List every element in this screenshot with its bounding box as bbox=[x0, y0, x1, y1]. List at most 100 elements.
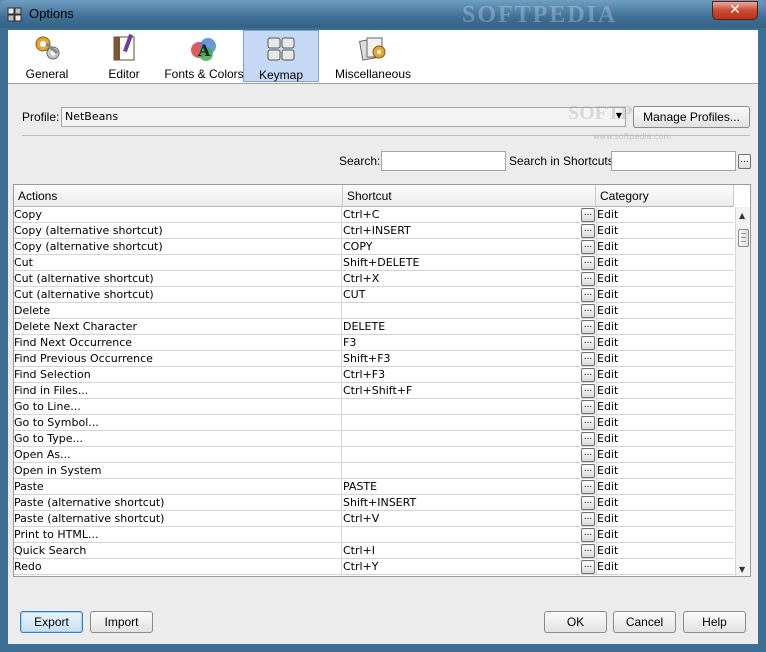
edit-shortcut-button[interactable]: ... bbox=[581, 352, 595, 366]
search-input[interactable] bbox=[381, 151, 506, 171]
help-button[interactable]: Help bbox=[683, 611, 746, 633]
action-cell[interactable]: Go to Type... bbox=[14, 431, 342, 447]
category-cell[interactable]: Edit bbox=[596, 207, 734, 223]
category-cell[interactable]: Edit bbox=[596, 223, 734, 239]
action-cell[interactable]: Quick Search bbox=[14, 543, 342, 559]
category-editor[interactable]: Editor bbox=[86, 30, 162, 82]
shortcut-cell[interactable]: Shift+F3 bbox=[343, 351, 596, 367]
column-header-category[interactable]: Category bbox=[596, 185, 734, 207]
column-header-shortcut[interactable]: Shortcut bbox=[343, 185, 596, 207]
shortcut-cell[interactable]: Shift+INSERT bbox=[343, 495, 596, 511]
profile-select[interactable]: NetBeans ▼ bbox=[61, 107, 626, 127]
shortcut-cell[interactable] bbox=[343, 399, 596, 415]
edit-shortcut-button[interactable]: ... bbox=[581, 416, 595, 430]
import-button[interactable]: Import bbox=[90, 611, 153, 633]
table-row[interactable]: Paste (alternative shortcut) Shift+INSERT… bbox=[14, 495, 734, 511]
shortcut-cell[interactable]: Ctrl+C bbox=[343, 207, 596, 223]
shortcut-cell[interactable]: Ctrl+V bbox=[343, 511, 596, 527]
shortcut-cell[interactable]: DELETE bbox=[343, 319, 596, 335]
shortcut-cell[interactable]: Shift+DELETE bbox=[343, 255, 596, 271]
column-header-actions[interactable]: Actions bbox=[14, 185, 343, 207]
shortcut-cell[interactable]: Ctrl+INSERT bbox=[343, 223, 596, 239]
close-button[interactable]: ✕ bbox=[712, 1, 758, 20]
category-cell[interactable]: Edit bbox=[596, 399, 734, 415]
category-cell[interactable]: Edit bbox=[596, 367, 734, 383]
category-cell[interactable]: Edit bbox=[596, 543, 734, 559]
table-row[interactable]: Go to Type...... Edit bbox=[14, 431, 734, 447]
category-miscellaneous[interactable]: Miscellaneous bbox=[321, 30, 425, 82]
table-row[interactable]: Paste (alternative shortcut) Ctrl+V... Edi… bbox=[14, 511, 734, 527]
scroll-down-arrow-icon[interactable]: ▼ bbox=[739, 565, 745, 574]
table-row[interactable]: Open As...... Edit bbox=[14, 447, 734, 463]
vertical-scrollbar[interactable]: ▲ ▼ bbox=[735, 207, 750, 576]
edit-shortcut-button[interactable]: ... bbox=[581, 464, 595, 478]
action-cell[interactable]: Paste (alternative shortcut) bbox=[14, 495, 342, 511]
table-row[interactable]: Copy Ctrl+C... Edit bbox=[14, 207, 734, 223]
search-shortcuts-input[interactable] bbox=[611, 151, 736, 171]
category-cell[interactable]: Edit bbox=[596, 511, 734, 527]
ok-button[interactable]: OK bbox=[544, 611, 607, 633]
category-cell[interactable]: Edit bbox=[596, 255, 734, 271]
table-row[interactable]: Cut (alternative shortcut) Ctrl+X... Edit bbox=[14, 271, 734, 287]
action-cell[interactable]: Copy (alternative shortcut) bbox=[14, 239, 342, 255]
action-cell[interactable]: Print to HTML... bbox=[14, 527, 342, 543]
action-cell[interactable]: Open in System bbox=[14, 463, 342, 479]
table-row[interactable]: Delete Next Character DELETE... Edit bbox=[14, 319, 734, 335]
shortcut-cell[interactable] bbox=[343, 463, 596, 479]
shortcut-cell[interactable]: CUT bbox=[343, 287, 596, 303]
shortcut-cell[interactable] bbox=[343, 431, 596, 447]
table-row[interactable]: Find in Files... Ctrl+Shift+F... Edit bbox=[14, 383, 734, 399]
manage-profiles-button[interactable]: Manage Profiles... bbox=[633, 106, 750, 128]
shortcut-cell[interactable]: Ctrl+Shift+F bbox=[343, 383, 596, 399]
edit-shortcut-button[interactable]: ... bbox=[581, 384, 595, 398]
category-cell[interactable]: Edit bbox=[596, 239, 734, 255]
category-cell[interactable]: Edit bbox=[596, 431, 734, 447]
category-cell[interactable]: Edit bbox=[596, 335, 734, 351]
category-cell[interactable]: Edit bbox=[596, 383, 734, 399]
category-keymap[interactable]: Keymap bbox=[243, 30, 319, 82]
edit-shortcut-button[interactable]: ... bbox=[581, 448, 595, 462]
table-row[interactable]: Print to HTML...... Edit bbox=[14, 527, 734, 543]
action-cell[interactable]: Find Previous Occurrence bbox=[14, 351, 342, 367]
table-row[interactable]: Go to Symbol...... Edit bbox=[14, 415, 734, 431]
table-row[interactable]: Delete... Edit bbox=[14, 303, 734, 319]
action-cell[interactable]: Delete Next Character bbox=[14, 319, 342, 335]
category-cell[interactable]: Edit bbox=[596, 559, 734, 575]
table-row[interactable]: Copy (alternative shortcut) Ctrl+INSERT..… bbox=[14, 223, 734, 239]
action-cell[interactable]: Redo bbox=[14, 559, 342, 575]
action-cell[interactable]: Cut bbox=[14, 255, 342, 271]
category-fonts-colors[interactable]: A Fonts & Colors bbox=[164, 30, 244, 82]
action-cell[interactable]: Cut (alternative shortcut) bbox=[14, 271, 342, 287]
edit-shortcut-button[interactable]: ... bbox=[581, 512, 595, 526]
edit-shortcut-button[interactable]: ... bbox=[581, 496, 595, 510]
table-row[interactable]: Find Selection Ctrl+F3... Edit bbox=[14, 367, 734, 383]
category-cell[interactable]: Edit bbox=[596, 287, 734, 303]
edit-shortcut-button[interactable]: ... bbox=[581, 368, 595, 382]
category-cell[interactable]: Edit bbox=[596, 527, 734, 543]
title-bar[interactable]: Options SOFTPEDIA ✕ bbox=[0, 0, 766, 28]
action-cell[interactable]: Open As... bbox=[14, 447, 342, 463]
edit-shortcut-button[interactable]: ... bbox=[581, 304, 595, 318]
edit-shortcut-button[interactable]: ... bbox=[581, 400, 595, 414]
shortcut-cell[interactable] bbox=[343, 527, 596, 543]
category-cell[interactable]: Edit bbox=[596, 447, 734, 463]
shortcut-cell[interactable]: F3 bbox=[343, 335, 596, 351]
category-cell[interactable]: Edit bbox=[596, 415, 734, 431]
edit-shortcut-button[interactable]: ... bbox=[581, 528, 595, 542]
action-cell[interactable]: Paste bbox=[14, 479, 342, 495]
table-row[interactable]: Redo Ctrl+Y... Edit bbox=[14, 559, 734, 575]
action-cell[interactable]: Go to Symbol... bbox=[14, 415, 342, 431]
action-cell[interactable]: Find in Files... bbox=[14, 383, 342, 399]
edit-shortcut-button[interactable]: ... bbox=[581, 208, 595, 222]
edit-shortcut-button[interactable]: ... bbox=[581, 480, 595, 494]
table-row[interactable]: Cut (alternative shortcut) CUT... Edit bbox=[14, 287, 734, 303]
export-button[interactable]: Export bbox=[20, 611, 83, 633]
shortcut-cell[interactable] bbox=[343, 415, 596, 431]
table-row[interactable]: Go to Line...... Edit bbox=[14, 399, 734, 415]
edit-shortcut-button[interactable]: ... bbox=[581, 256, 595, 270]
edit-shortcut-button[interactable]: ... bbox=[581, 272, 595, 286]
table-row[interactable]: Open in System... Edit bbox=[14, 463, 734, 479]
category-cell[interactable]: Edit bbox=[596, 319, 734, 335]
shortcut-cell[interactable]: Ctrl+X bbox=[343, 271, 596, 287]
action-cell[interactable]: Copy bbox=[14, 207, 342, 223]
